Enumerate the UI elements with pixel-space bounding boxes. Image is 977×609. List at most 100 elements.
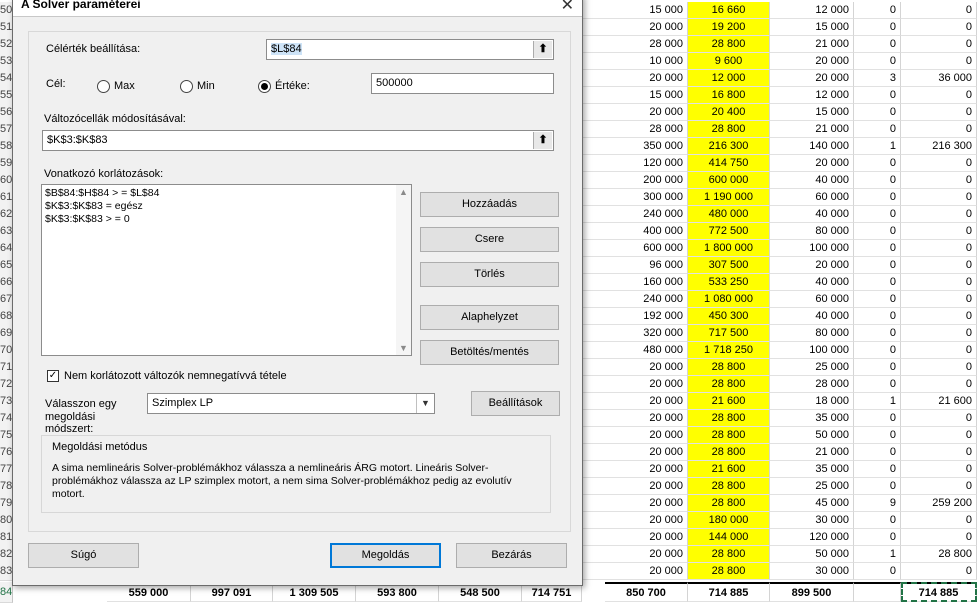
constraint-item[interactable]: $K$3:$K$83 > = 0: [45, 213, 130, 225]
sheet-cell[interactable]: 216 300: [688, 138, 770, 155]
sheet-cell[interactable]: 100 000: [770, 240, 854, 257]
sheet-cell[interactable]: 772 500: [688, 223, 770, 240]
sheet-cell[interactable]: 50 000: [770, 427, 854, 444]
sheet-cell[interactable]: 0: [901, 461, 977, 478]
sheet-cell[interactable]: 0: [901, 53, 977, 70]
sheet-cell[interactable]: 18 000: [770, 393, 854, 410]
radio-max[interactable]: [97, 80, 110, 93]
sheet-cell[interactable]: 0: [901, 87, 977, 104]
sheet-cell[interactable]: 0: [854, 376, 901, 393]
sheet-cell[interactable]: 9: [854, 495, 901, 512]
sheet-cell[interactable]: 10 000: [582, 53, 688, 70]
sheet-cell[interactable]: 21 600: [901, 393, 977, 410]
sheet-cell[interactable]: 0: [854, 2, 901, 19]
sheet-cell[interactable]: 0: [854, 359, 901, 376]
sheet-cell[interactable]: 21 000: [770, 121, 854, 138]
sheet-cell[interactable]: 0: [901, 2, 977, 19]
sheet-cell[interactable]: 0: [901, 376, 977, 393]
sheet-cell[interactable]: 0: [854, 240, 901, 257]
sheet-cell[interactable]: 240 000: [582, 206, 688, 223]
sheet-cell[interactable]: 0: [854, 53, 901, 70]
sheet-cell[interactable]: 28 000: [582, 36, 688, 53]
radio-value[interactable]: [258, 80, 271, 93]
sheet-cell[interactable]: 100 000: [770, 342, 854, 359]
sheet-cell[interactable]: 0: [854, 36, 901, 53]
sheet-cell[interactable]: 16 660: [688, 2, 770, 19]
sheet-cell[interactable]: 0: [901, 291, 977, 308]
sheet-cell[interactable]: 0: [901, 342, 977, 359]
sheet-cell[interactable]: 0: [901, 206, 977, 223]
sheet-cell[interactable]: 0: [901, 36, 977, 53]
sheet-cell[interactable]: 0: [901, 427, 977, 444]
change-constraint-button[interactable]: Csere: [420, 227, 559, 252]
sheet-cell[interactable]: 0: [901, 223, 977, 240]
sheet-cell[interactable]: 0: [901, 563, 977, 580]
sheet-cell[interactable]: 120 000: [770, 529, 854, 546]
sheet-cell[interactable]: 20 000: [582, 19, 688, 36]
sheet-cell[interactable]: 40 000: [770, 274, 854, 291]
sheet-cell[interactable]: 50 000: [770, 546, 854, 563]
sheet-cell[interactable]: 96 000: [582, 257, 688, 274]
sheet-cell[interactable]: 20 000: [770, 257, 854, 274]
chevron-down-icon[interactable]: ▼: [396, 341, 411, 355]
sheet-cell[interactable]: 0: [854, 291, 901, 308]
load-save-button[interactable]: Betöltés/mentés: [420, 340, 559, 365]
sheet-cell[interactable]: 36 000: [901, 70, 977, 87]
sheet-cell[interactable]: 21 600: [688, 461, 770, 478]
sheet-cell[interactable]: 28 800: [688, 410, 770, 427]
sheet-cell[interactable]: 28 800: [688, 495, 770, 512]
method-select[interactable]: Szimplex LP ▼: [147, 393, 435, 414]
sheet-cell[interactable]: 259 200: [901, 495, 977, 512]
sheet-cell[interactable]: 0: [901, 121, 977, 138]
sheet-cell[interactable]: 1: [854, 138, 901, 155]
reset-all-button[interactable]: Alaphelyzet: [420, 305, 559, 330]
sheet-cell[interactable]: 0: [901, 257, 977, 274]
goal-value-field[interactable]: 500000: [371, 73, 554, 94]
solve-button[interactable]: Megoldás: [330, 543, 441, 568]
total-cell[interactable]: 899 500: [770, 582, 854, 602]
sheet-cell[interactable]: 25 000: [770, 478, 854, 495]
sheet-cell[interactable]: 20 000: [582, 546, 688, 563]
sheet-cell[interactable]: 20 000: [582, 376, 688, 393]
sheet-cell[interactable]: 350 000: [582, 138, 688, 155]
dialog-titlebar[interactable]: A Solver paraméterei ✕: [13, 0, 582, 17]
sheet-cell[interactable]: 21 000: [770, 36, 854, 53]
sheet-cell[interactable]: 0: [901, 155, 977, 172]
sheet-cell[interactable]: 1: [854, 393, 901, 410]
sheet-cell[interactable]: 20 000: [582, 529, 688, 546]
sheet-cell[interactable]: 20 000: [582, 410, 688, 427]
sheet-cell[interactable]: 450 300: [688, 308, 770, 325]
sheet-cell[interactable]: 0: [901, 274, 977, 291]
sheet-cell[interactable]: 0: [854, 121, 901, 138]
sheet-cell[interactable]: 0: [854, 104, 901, 121]
sheet-cell[interactable]: 12 000: [770, 2, 854, 19]
chevron-up-icon[interactable]: ▲: [396, 185, 411, 199]
sheet-cell[interactable]: 28 800: [901, 546, 977, 563]
sheet-cell[interactable]: 0: [854, 427, 901, 444]
sheet-cell[interactable]: 60 000: [770, 291, 854, 308]
sheet-cell[interactable]: 20 000: [582, 444, 688, 461]
sheet-cell[interactable]: 20 000: [582, 104, 688, 121]
radio-min[interactable]: [180, 80, 193, 93]
sheet-cell[interactable]: 12 000: [770, 87, 854, 104]
sheet-cell[interactable]: 0: [854, 155, 901, 172]
sheet-cell[interactable]: 40 000: [770, 172, 854, 189]
sheet-cell[interactable]: 120 000: [582, 155, 688, 172]
sheet-cell[interactable]: 0: [901, 512, 977, 529]
sheet-cell[interactable]: 28 000: [582, 121, 688, 138]
sheet-cell[interactable]: 0: [854, 444, 901, 461]
sheet-cell[interactable]: 40 000: [770, 206, 854, 223]
collapse-dialog-icon[interactable]: ⬆: [533, 41, 552, 58]
sheet-cell[interactable]: 0: [901, 189, 977, 206]
sheet-cell[interactable]: 28 800: [688, 563, 770, 580]
sheet-cell[interactable]: 0: [901, 478, 977, 495]
sheet-cell[interactable]: 533 250: [688, 274, 770, 291]
sheet-cell[interactable]: 28 800: [688, 546, 770, 563]
close-icon[interactable]: ✕: [561, 0, 574, 15]
sheet-cell[interactable]: 400 000: [582, 223, 688, 240]
objective-field[interactable]: $L$84 ⬆: [266, 39, 554, 60]
sheet-cell[interactable]: 28 800: [688, 478, 770, 495]
sheet-cell[interactable]: 0: [854, 19, 901, 36]
options-button[interactable]: Beállítások: [471, 391, 560, 416]
sheet-cell[interactable]: 0: [901, 172, 977, 189]
